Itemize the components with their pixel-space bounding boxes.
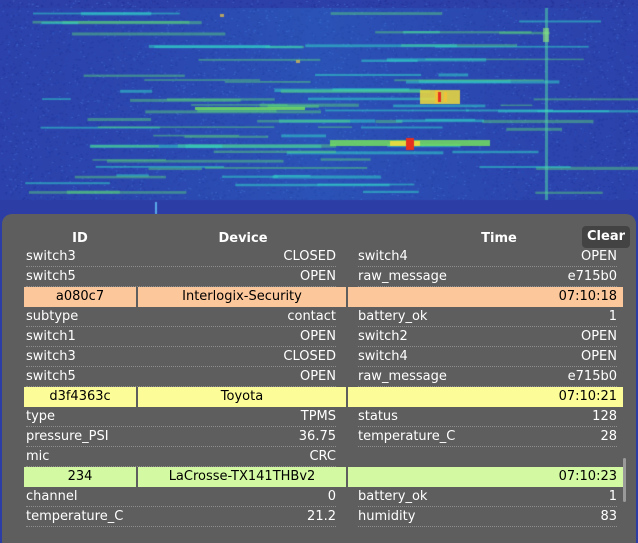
field-row: switch3 CLOSED switch4 OPEN bbox=[2, 247, 636, 267]
field-cell-right: battery_ok 1 bbox=[358, 307, 617, 327]
event-id: d3f4363c bbox=[24, 387, 136, 407]
field-key: raw_message bbox=[358, 369, 447, 384]
scrollbar-thumb[interactable] bbox=[623, 458, 626, 502]
field-value: 1 bbox=[608, 309, 617, 324]
field-cell-right: temperature_C 28 bbox=[358, 427, 617, 447]
field-row: temperature_C 21.2 humidity 83 bbox=[2, 507, 636, 527]
field-row: type TPMS status 128 bbox=[2, 407, 636, 427]
field-value: 21.2 bbox=[307, 509, 336, 524]
field-key: temperature_C bbox=[358, 429, 456, 444]
field-key: switch5 bbox=[26, 269, 76, 284]
field-key: switch3 bbox=[26, 249, 76, 264]
field-key: mic bbox=[26, 449, 50, 464]
field-cell-right: humidity 83 bbox=[358, 507, 617, 527]
field-key: raw_message bbox=[358, 269, 447, 284]
spectrum-waterfall[interactable] bbox=[0, 0, 638, 216]
event-row[interactable]: d3f4363c Toyota 07:10:21 bbox=[2, 387, 636, 407]
field-key: humidity bbox=[358, 509, 416, 524]
field-key: status bbox=[358, 409, 398, 424]
field-row: subtype contact battery_ok 1 bbox=[2, 307, 636, 327]
event-list: switch3 CLOSED switch4 OPEN switch5 OPEN… bbox=[2, 247, 636, 527]
field-value: 0 bbox=[327, 489, 336, 504]
field-key: channel bbox=[26, 489, 78, 504]
field-row: switch1 OPEN switch2 OPEN bbox=[2, 327, 636, 347]
field-key: switch3 bbox=[26, 349, 76, 364]
field-cell-right: switch2 OPEN bbox=[358, 327, 617, 347]
field-value: OPEN bbox=[299, 369, 336, 384]
field-value: OPEN bbox=[580, 349, 617, 364]
event-time: 07:10:18 bbox=[348, 287, 623, 307]
column-header-device: Device bbox=[218, 231, 268, 246]
field-row: mic CRC bbox=[2, 447, 636, 467]
field-cell-left: switch3 CLOSED bbox=[26, 347, 336, 367]
field-key: switch2 bbox=[358, 329, 408, 344]
field-cell-left: switch3 CLOSED bbox=[26, 247, 336, 267]
field-value: OPEN bbox=[299, 269, 336, 284]
field-row: channel 0 battery_ok 1 bbox=[2, 487, 636, 507]
field-key: switch4 bbox=[358, 349, 408, 364]
field-value: 28 bbox=[600, 429, 617, 444]
field-cell-left: pressure_PSI 36.75 bbox=[26, 427, 336, 447]
field-value: e715b0 bbox=[567, 269, 617, 284]
clear-button[interactable]: Clear bbox=[582, 226, 630, 248]
event-row[interactable]: 234 LaCrosse-TX141THBv2 07:10:23 bbox=[2, 467, 636, 487]
field-cell-left: mic CRC bbox=[26, 447, 336, 467]
field-cell-right: status 128 bbox=[358, 407, 617, 427]
event-device: LaCrosse-TX141THBv2 bbox=[138, 467, 346, 487]
field-cell-left: temperature_C 21.2 bbox=[26, 507, 336, 527]
field-cell-left: switch1 OPEN bbox=[26, 327, 336, 347]
field-cell-right: raw_message e715b0 bbox=[358, 267, 617, 287]
field-key: switch5 bbox=[26, 369, 76, 384]
event-time: 07:10:23 bbox=[348, 467, 623, 487]
field-value: OPEN bbox=[580, 329, 617, 344]
field-cell-left: type TPMS bbox=[26, 407, 336, 427]
field-cell-right: switch4 OPEN bbox=[358, 347, 617, 367]
field-cell-right: switch4 OPEN bbox=[358, 247, 617, 267]
event-id: a080c7 bbox=[24, 287, 136, 307]
field-key: battery_ok bbox=[358, 489, 428, 504]
field-row: switch5 OPEN raw_message e715b0 bbox=[2, 267, 636, 287]
field-cell-left: channel 0 bbox=[26, 487, 336, 507]
event-id: 234 bbox=[24, 467, 136, 487]
field-value: CLOSED bbox=[283, 349, 336, 364]
field-value: CLOSED bbox=[283, 249, 336, 264]
field-row: switch5 OPEN raw_message e715b0 bbox=[2, 367, 636, 387]
field-key: type bbox=[26, 409, 56, 424]
field-key: switch1 bbox=[26, 329, 76, 344]
field-cell-right bbox=[358, 447, 617, 466]
event-row[interactable]: a080c7 Interlogix-Security 07:10:18 bbox=[2, 287, 636, 307]
field-cell-right: battery_ok 1 bbox=[358, 487, 617, 507]
field-key: switch4 bbox=[358, 249, 408, 264]
field-key: temperature_C bbox=[26, 509, 124, 524]
field-value: 36.75 bbox=[298, 429, 336, 444]
field-value: 83 bbox=[600, 509, 617, 524]
column-header-id: ID bbox=[72, 231, 88, 246]
event-time: 07:10:21 bbox=[348, 387, 623, 407]
field-cell-left: switch5 OPEN bbox=[26, 267, 336, 287]
field-value: TPMS bbox=[300, 409, 336, 424]
field-value: 1 bbox=[608, 489, 617, 504]
field-cell-right: raw_message e715b0 bbox=[358, 367, 617, 387]
field-cell-left: switch5 OPEN bbox=[26, 367, 336, 387]
field-key: subtype bbox=[26, 309, 79, 324]
field-value: 128 bbox=[592, 409, 617, 424]
field-cell-left: subtype contact bbox=[26, 307, 336, 327]
event-device: Toyota bbox=[138, 387, 346, 407]
decoded-events-panel: ID Device Time Clear switch3 CLOSED swit… bbox=[2, 214, 636, 543]
field-row: switch3 CLOSED switch4 OPEN bbox=[2, 347, 636, 367]
field-row: pressure_PSI 36.75 temperature_C 28 bbox=[2, 427, 636, 447]
field-value: OPEN bbox=[299, 329, 336, 344]
event-device: Interlogix-Security bbox=[138, 287, 346, 307]
field-key: battery_ok bbox=[358, 309, 428, 324]
field-value: contact bbox=[287, 309, 336, 324]
field-key: pressure_PSI bbox=[26, 429, 109, 444]
field-value: e715b0 bbox=[567, 369, 617, 384]
field-value: OPEN bbox=[580, 249, 617, 264]
field-value: CRC bbox=[309, 449, 336, 464]
